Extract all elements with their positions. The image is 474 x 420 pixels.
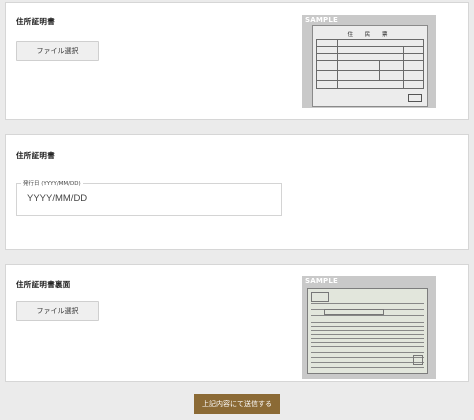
sample-tag: SAMPLE	[305, 16, 338, 24]
submit-button[interactable]: 上記内容にて送信する	[194, 394, 280, 414]
section-label: 住所証明書	[16, 17, 55, 26]
issue-date-field[interactable]: 発行日 (YYYY/MM/DD)	[16, 179, 282, 216]
sample-tag: SAMPLE	[305, 277, 338, 285]
address-proof-back-upload-panel: 住所証明書裏面 ファイル選択 SAMPLE	[5, 264, 469, 382]
file-select-button[interactable]: ファイル選択	[16, 301, 99, 321]
address-proof-upload-panel: 住所証明書 ファイル選択 SAMPLE 住 民 票	[5, 2, 469, 120]
sample-image-certificate-back: SAMPLE	[302, 276, 436, 379]
seal-stamp	[408, 94, 422, 102]
issue-date-input[interactable]	[27, 193, 267, 204]
issue-date-caption: 発行日 (YYYY/MM/DD)	[21, 179, 83, 187]
sample-doc-title: 住 民 票	[347, 32, 393, 38]
sample-document: 住 民 票	[312, 25, 428, 107]
issue-date-panel: 住所証明書 発行日 (YYYY/MM/DD)	[5, 134, 469, 250]
section-label: 住所証明書裏面	[16, 280, 71, 289]
sample-image-residence-certificate: SAMPLE 住 民 票	[302, 15, 436, 108]
section-label: 住所証明書	[16, 151, 55, 160]
sample-document	[307, 288, 428, 374]
file-select-button[interactable]: ファイル選択	[16, 41, 99, 61]
